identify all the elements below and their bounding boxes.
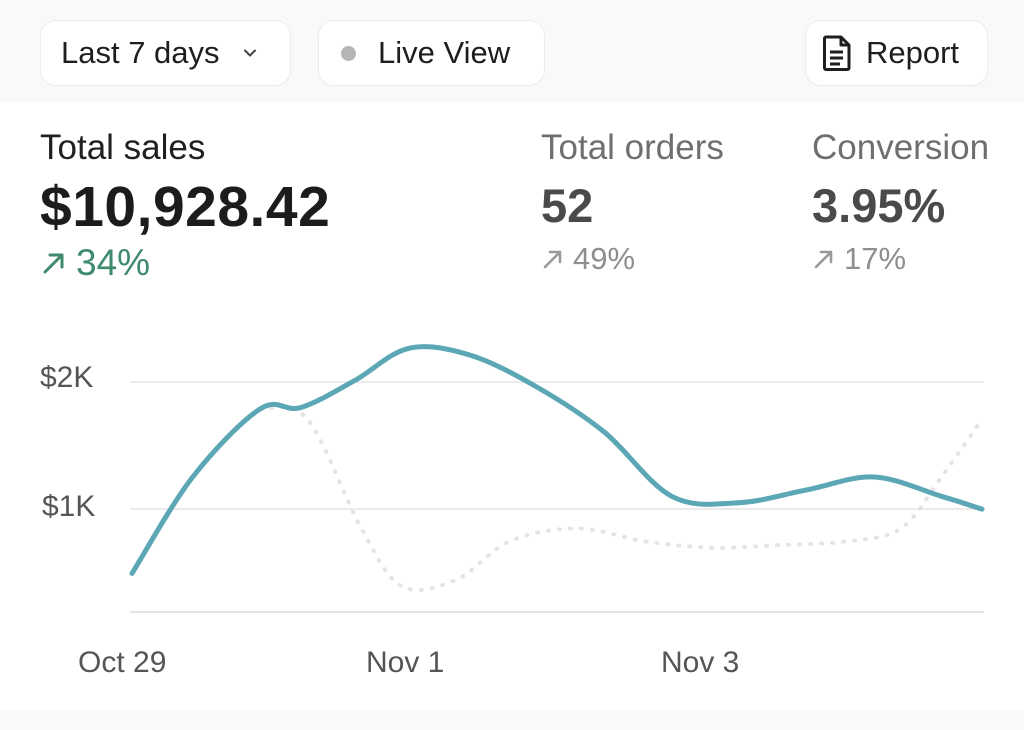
y-tick-2k: $2K	[40, 361, 93, 394]
bottom-strip	[0, 710, 1024, 730]
y-tick-1k: $1K	[42, 490, 95, 523]
chevron-down-icon	[240, 43, 260, 63]
series-line-previous	[258, 405, 984, 593]
live-view-button[interactable]: Live View	[318, 20, 545, 86]
report-label: Report	[866, 35, 960, 70]
document-icon	[822, 35, 852, 71]
status-dot-icon	[341, 45, 356, 61]
toolbar: Last 7 days Live View Report	[0, 0, 1024, 102]
sales-line-chart[interactable]: $2K $1K Oct 29 Nov 1 Nov 3	[0, 102, 1024, 710]
date-range-dropdown[interactable]: Last 7 days	[40, 20, 291, 86]
report-button[interactable]: Report	[805, 20, 988, 86]
live-view-label: Live View	[378, 35, 511, 70]
date-range-label: Last 7 days	[61, 35, 220, 70]
x-tick-nov3: Nov 3	[661, 646, 739, 679]
x-tick-oct29: Oct 29	[78, 646, 166, 679]
analytics-dashboard: Last 7 days Live View Report Total sales…	[0, 0, 1024, 730]
x-tick-nov1: Nov 1	[366, 646, 444, 679]
